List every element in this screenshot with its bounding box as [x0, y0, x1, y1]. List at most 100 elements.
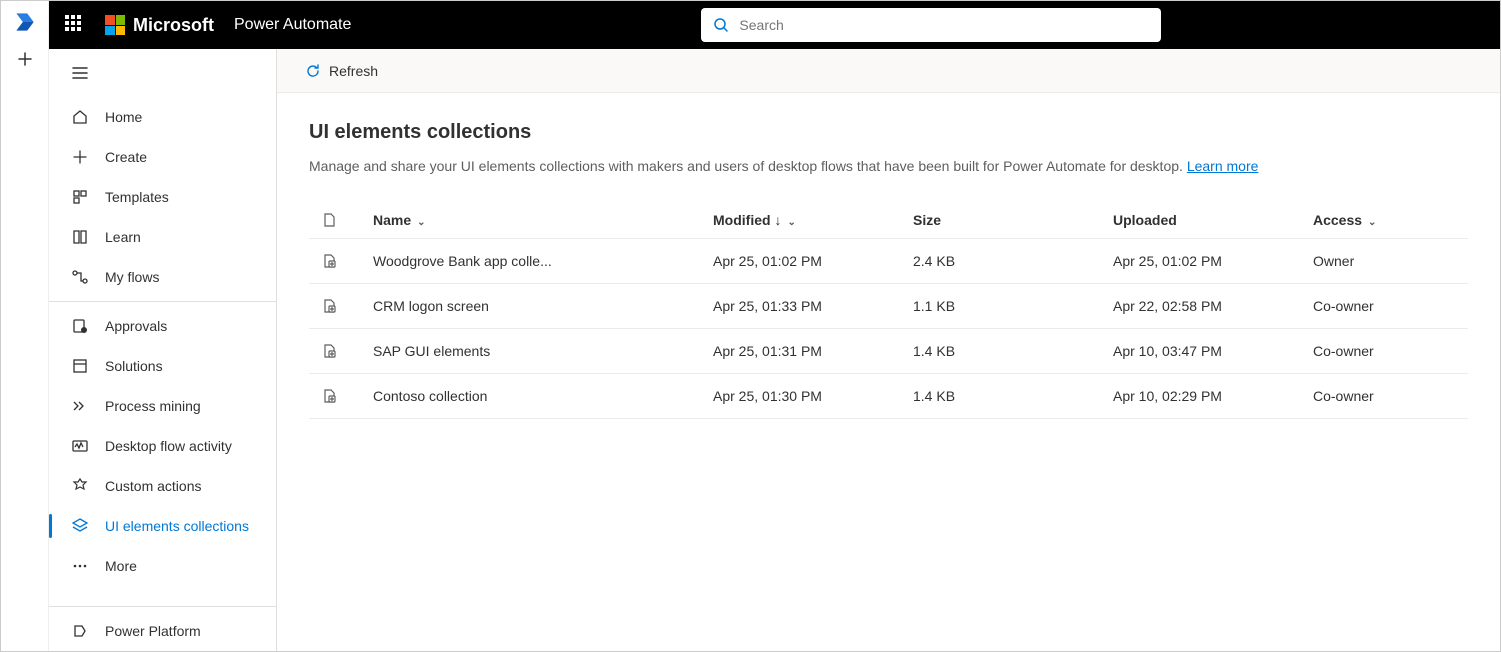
collection-icon: [321, 253, 349, 269]
sidebar-item-approvals[interactable]: Approvals: [49, 306, 276, 346]
power-automate-app-icon[interactable]: [10, 7, 40, 37]
sidebar-item-label: Power Platform: [105, 623, 201, 639]
sidebar-item-desktop-flow-activity[interactable]: Desktop flow activity: [49, 426, 276, 466]
sidebar-item-label: Approvals: [105, 318, 167, 334]
sidebar-item-ui-elements-collections[interactable]: UI elements collections: [49, 506, 276, 546]
home-icon: [71, 108, 89, 126]
sidebar-item-label: Templates: [105, 189, 169, 205]
cell-access: Owner: [1301, 239, 1468, 284]
search-box[interactable]: [701, 8, 1161, 42]
cell-size: 1.4 KB: [901, 329, 1101, 374]
learn-more-link[interactable]: Learn more: [1187, 158, 1259, 174]
collection-icon: [321, 388, 349, 404]
cell-name: CRM logon screen: [361, 284, 701, 329]
book-icon: [71, 228, 89, 246]
refresh-label: Refresh: [329, 63, 378, 79]
left-rail: [1, 1, 49, 651]
more-icon: [71, 557, 89, 575]
sidebar-item-label: Home: [105, 109, 142, 125]
cell-access: Co-owner: [1301, 329, 1468, 374]
table-row[interactable]: CRM logon screenApr 25, 01:33 PM1.1 KBAp…: [309, 284, 1468, 329]
cell-uploaded: Apr 25, 01:02 PM: [1101, 239, 1301, 284]
activity-icon: [71, 437, 89, 455]
sidebar-item-create[interactable]: Create: [49, 137, 276, 177]
power-platform-icon: [71, 622, 89, 640]
layers-icon: [71, 517, 89, 535]
app-launcher-icon[interactable]: [65, 15, 85, 35]
plus-icon: [71, 148, 89, 166]
sort-down-icon: ↓: [774, 212, 781, 228]
cell-modified: Apr 25, 01:33 PM: [701, 284, 901, 329]
sidebar-item-solutions[interactable]: Solutions: [49, 346, 276, 386]
chevron-down-icon: ⌄: [417, 217, 425, 228]
flow-icon: [71, 268, 89, 286]
column-header-name[interactable]: Name⌄: [361, 202, 701, 239]
sidebar-item-label: UI elements collections: [105, 518, 249, 534]
page-description: Manage and share your UI elements collec…: [309, 158, 1468, 174]
column-header-uploaded[interactable]: Uploaded: [1101, 202, 1301, 239]
cell-modified: Apr 25, 01:02 PM: [701, 239, 901, 284]
cell-uploaded: Apr 10, 02:29 PM: [1101, 374, 1301, 419]
cell-access: Co-owner: [1301, 374, 1468, 419]
column-header-icon[interactable]: [309, 202, 361, 239]
cell-uploaded: Apr 10, 03:47 PM: [1101, 329, 1301, 374]
table-row[interactable]: Contoso collectionApr 25, 01:30 PM1.4 KB…: [309, 374, 1468, 419]
collections-table: Name⌄ Modified ↓⌄ Size Uploaded Access⌄: [309, 202, 1468, 419]
chevron-down-icon: ⌄: [1368, 217, 1376, 228]
refresh-button[interactable]: Refresh: [297, 57, 386, 85]
sidebar-item-label: My flows: [105, 269, 159, 285]
sidebar-item-label: Create: [105, 149, 147, 165]
microsoft-logo: Microsoft: [105, 15, 214, 36]
cell-modified: Apr 25, 01:31 PM: [701, 329, 901, 374]
sidebar-item-label: Solutions: [105, 358, 163, 374]
sidebar-item-label: More: [105, 558, 137, 574]
cell-uploaded: Apr 22, 02:58 PM: [1101, 284, 1301, 329]
table-row[interactable]: SAP GUI elementsApr 25, 01:31 PM1.4 KBAp…: [309, 329, 1468, 374]
cell-access: Co-owner: [1301, 284, 1468, 329]
add-tab-icon[interactable]: [17, 51, 33, 67]
page-title: UI elements collections: [309, 121, 1468, 144]
collection-icon: [321, 298, 349, 314]
microsoft-logo-icon: [105, 15, 125, 35]
product-name[interactable]: Power Automate: [234, 16, 351, 34]
sidebar-item-label: Desktop flow activity: [105, 438, 232, 454]
sidebar-item-learn[interactable]: Learn: [49, 217, 276, 257]
cell-size: 1.4 KB: [901, 374, 1101, 419]
solutions-icon: [71, 357, 89, 375]
command-bar: Refresh: [277, 49, 1500, 93]
custom-actions-icon: [71, 477, 89, 495]
collection-icon: [321, 343, 349, 359]
cell-name: Woodgrove Bank app colle...: [361, 239, 701, 284]
sidebar-item-home[interactable]: Home: [49, 97, 276, 137]
sidebar-item-custom-actions[interactable]: Custom actions: [49, 466, 276, 506]
search-icon: [713, 17, 729, 33]
sidebar: Home Create Templates Learn My flows: [49, 49, 277, 651]
chevron-down-icon: ⌄: [787, 217, 795, 228]
cell-modified: Apr 25, 01:30 PM: [701, 374, 901, 419]
topbar: Microsoft Power Automate: [49, 1, 1500, 49]
refresh-icon: [305, 63, 321, 79]
sidebar-item-process-mining[interactable]: Process mining: [49, 386, 276, 426]
sidebar-item-label: Custom actions: [105, 478, 201, 494]
sidebar-item-power-platform[interactable]: Power Platform: [49, 611, 276, 651]
sidebar-item-label: Process mining: [105, 398, 201, 414]
sidebar-item-more[interactable]: More: [49, 546, 276, 586]
cell-size: 2.4 KB: [901, 239, 1101, 284]
sidebar-item-templates[interactable]: Templates: [49, 177, 276, 217]
column-header-access[interactable]: Access⌄: [1301, 202, 1468, 239]
cell-size: 1.1 KB: [901, 284, 1101, 329]
brand-label: Microsoft: [133, 15, 214, 36]
templates-icon: [71, 188, 89, 206]
file-icon: [321, 212, 349, 228]
search-input[interactable]: [739, 17, 1149, 33]
table-row[interactable]: Woodgrove Bank app colle...Apr 25, 01:02…: [309, 239, 1468, 284]
column-header-modified[interactable]: Modified ↓⌄: [701, 202, 901, 239]
approvals-icon: [71, 317, 89, 335]
sidebar-item-my-flows[interactable]: My flows: [49, 257, 276, 297]
cell-name: Contoso collection: [361, 374, 701, 419]
sidebar-item-label: Learn: [105, 229, 141, 245]
cell-name: SAP GUI elements: [361, 329, 701, 374]
hamburger-icon[interactable]: [71, 64, 89, 82]
column-header-size[interactable]: Size: [901, 202, 1101, 239]
process-mining-icon: [71, 397, 89, 415]
